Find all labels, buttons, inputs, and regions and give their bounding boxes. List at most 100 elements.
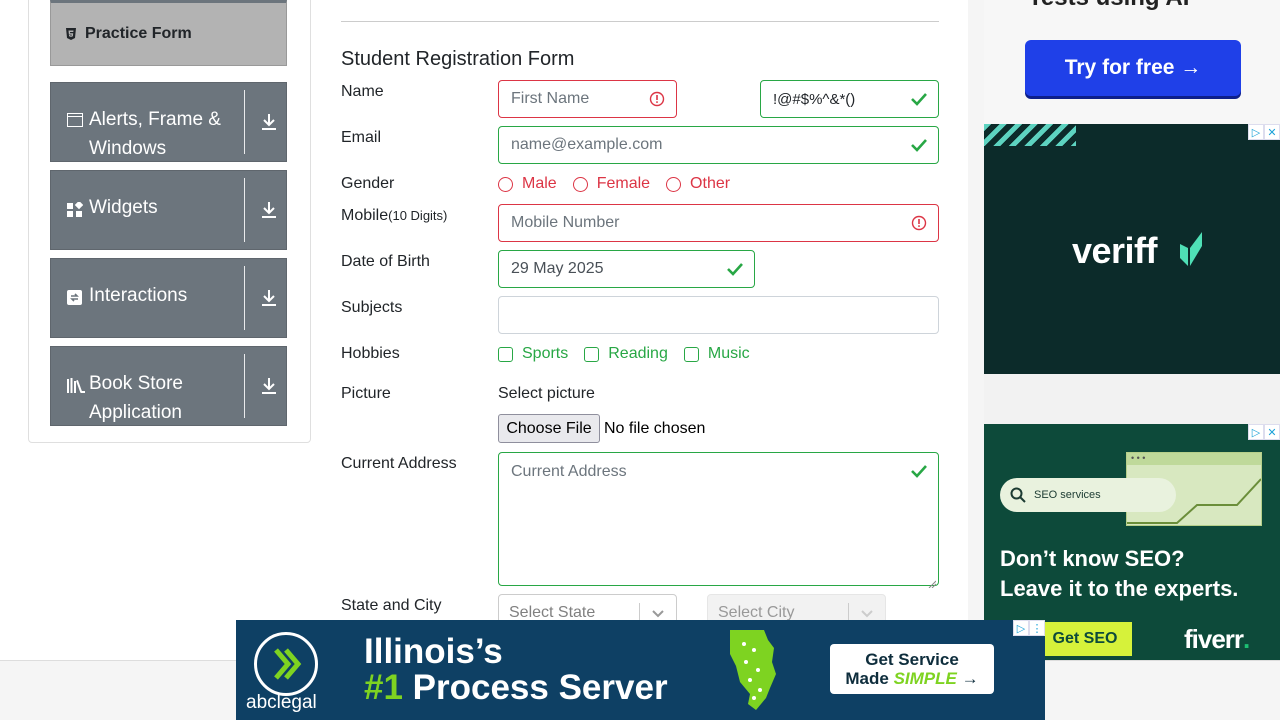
- download-icon[interactable]: [259, 83, 279, 161]
- email-placeholder: name@example.com: [511, 136, 663, 153]
- close-icon[interactable]: ✕: [1264, 424, 1280, 440]
- veriff-mark-icon: [1180, 232, 1202, 266]
- choose-file-button[interactable]: Choose File: [498, 414, 600, 443]
- picture-label: Picture: [341, 385, 391, 402]
- form-title: Student Registration Form: [341, 48, 575, 70]
- ad-veriff[interactable]: ▷ ✕ veriff: [984, 124, 1280, 374]
- veriff-logo: veriff: [1072, 230, 1158, 271]
- sidebar-item-practice-form[interactable]: Practice Form: [50, 0, 287, 66]
- hobbies-label: Hobbies: [341, 345, 400, 362]
- check-icon: [910, 90, 928, 108]
- sidebar-group-interactions[interactable]: Interactions: [50, 258, 287, 338]
- hobby-sports-checkbox[interactable]: Sports: [498, 345, 568, 363]
- ad-info-icon[interactable]: ▷: [1013, 620, 1029, 636]
- get-seo-button[interactable]: Get SEO: [1038, 622, 1132, 656]
- checkbox-box[interactable]: [683, 346, 699, 362]
- cta-line-2: Made SIMPLE →: [830, 669, 994, 688]
- illinois-map-icon: [730, 630, 776, 710]
- ad-abclegal[interactable]: ▷ ⋮ abclegal Illinois’s #1 Process Server…: [236, 620, 1045, 720]
- close-icon[interactable]: ✕: [1264, 124, 1280, 140]
- gender-option-label[interactable]: Other: [690, 175, 730, 193]
- fiverr-brand: fiverr: [1184, 624, 1244, 654]
- checkbox-box[interactable]: [498, 346, 513, 362]
- download-icon[interactable]: [259, 171, 279, 249]
- books-icon: [67, 378, 85, 396]
- hobby-option-label[interactable]: Music: [708, 345, 750, 363]
- arrow-right-icon: →: [956, 669, 979, 688]
- widgets-icon: [67, 200, 84, 221]
- sidebar-group-book-store[interactable]: Book Store Application: [50, 346, 287, 426]
- fiverr-logo: fiverr.: [1184, 624, 1250, 655]
- dob-input[interactable]: 29 May 2025: [498, 250, 755, 288]
- first-name-placeholder: First Name: [511, 90, 590, 107]
- hobby-option-label[interactable]: Reading: [608, 345, 668, 363]
- download-icon[interactable]: [259, 259, 279, 337]
- close-icon[interactable]: ⋮: [1029, 620, 1045, 636]
- subjects-label: Subjects: [341, 299, 403, 316]
- try-for-free-button[interactable]: Try for free →: [1025, 40, 1241, 96]
- window-dots-icon: • • •: [1127, 453, 1261, 465]
- mobile-label-text: Mobile: [341, 207, 389, 224]
- email-label: Email: [341, 129, 382, 146]
- checkbox-box[interactable]: [584, 346, 600, 362]
- adchoices-icon[interactable]: ▷ ✕: [1248, 124, 1280, 140]
- ad-top-text: Tests using AI: [1028, 0, 1189, 12]
- file-status-text: No file chosen: [604, 420, 706, 437]
- gender-option-label[interactable]: Male: [522, 175, 557, 193]
- error-icon: [910, 214, 928, 232]
- adchoices-icon[interactable]: ▷ ⋮: [1013, 620, 1045, 636]
- first-name-input[interactable]: First Name: [498, 80, 677, 118]
- current-address-label: Current Address: [341, 455, 457, 472]
- get-service-button[interactable]: Get Service Made SIMPLE →: [830, 644, 994, 694]
- gender-female-radio[interactable]: Female: [572, 175, 650, 193]
- address-placeholder: Current Address: [511, 463, 627, 480]
- hobby-music-checkbox[interactable]: Music: [683, 345, 750, 363]
- sidebar-group-label: Interactions: [89, 285, 188, 306]
- resize-handle-icon[interactable]: [928, 575, 937, 589]
- hobby-option-label[interactable]: Sports: [522, 345, 568, 363]
- decorative-stripes: [984, 124, 1076, 146]
- radio-circle[interactable]: [572, 176, 588, 192]
- dob-label: Date of Birth: [341, 253, 430, 270]
- fiverr-headline-1: Don’t know SEO?: [1000, 546, 1185, 571]
- sidebar-item-label: Practice Form: [85, 25, 192, 42]
- gender-male-radio[interactable]: Male: [498, 175, 557, 193]
- ad-info-icon[interactable]: ▷: [1248, 124, 1264, 140]
- ad-headline-2: #1 Process Server: [364, 668, 668, 708]
- mobile-input[interactable]: Mobile Number: [498, 204, 939, 242]
- subjects-input[interactable]: [498, 296, 939, 334]
- radio-circle[interactable]: [498, 176, 513, 192]
- cta-highlight: SIMPLE: [893, 669, 957, 688]
- cta-prefix: Made: [845, 669, 894, 688]
- hobby-reading-checkbox[interactable]: Reading: [584, 345, 668, 363]
- download-icon[interactable]: [259, 347, 279, 425]
- fiverr-brand-dot: .: [1243, 624, 1250, 654]
- sidebar-group-widgets[interactable]: Widgets: [50, 170, 287, 250]
- interactions-icon: [67, 290, 82, 308]
- last-name-input[interactable]: !@#$%^&*(): [760, 80, 939, 118]
- chevron-down-icon[interactable]: [859, 605, 875, 621]
- current-address-textarea[interactable]: Current Address: [498, 452, 939, 589]
- hobbies-checkbox-group: Sports Reading Music: [498, 345, 766, 363]
- gender-radio-group: Male Female Other: [498, 175, 746, 193]
- mobile-hint: (10 Digits): [388, 208, 448, 223]
- fiverr-headline: Don’t know SEO? Leave it to the experts.: [1000, 544, 1238, 604]
- select-picture-prompt: Select picture: [498, 385, 595, 402]
- ad-headline-rest: Process Server: [402, 668, 668, 707]
- radio-circle[interactable]: [666, 176, 682, 192]
- state-city-label: State and City: [341, 597, 442, 614]
- chevron-down-icon[interactable]: [650, 605, 666, 621]
- ad-info-icon[interactable]: ▷: [1248, 424, 1264, 440]
- abclegal-brand: abclegal: [246, 692, 317, 713]
- gender-option-label[interactable]: Female: [597, 175, 650, 193]
- error-icon: [648, 90, 666, 108]
- email-input[interactable]: name@example.com: [498, 126, 939, 164]
- ad-banner-top[interactable]: Tests using AI Try for free →: [984, 0, 1280, 124]
- gender-other-radio[interactable]: Other: [666, 175, 730, 193]
- search-icon: [1010, 487, 1026, 503]
- sidebar-group-alerts[interactable]: Alerts, Frame & Windows: [50, 82, 287, 162]
- divider: [244, 90, 245, 154]
- check-icon: [726, 260, 744, 278]
- cta-line-1: Get Service: [865, 650, 959, 669]
- adchoices-icon[interactable]: ▷ ✕: [1248, 424, 1280, 440]
